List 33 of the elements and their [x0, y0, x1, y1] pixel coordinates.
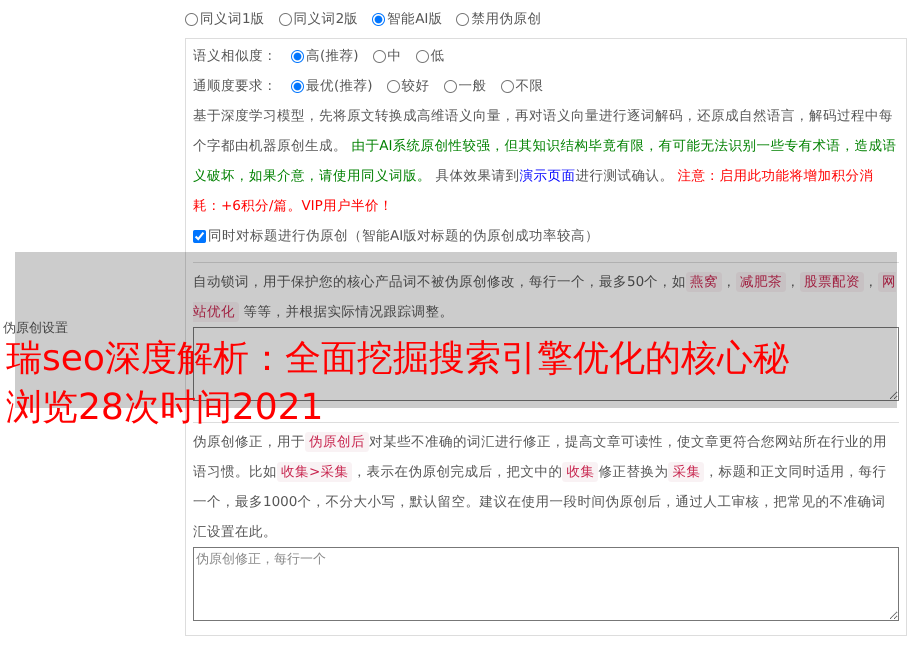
- field-label: 通顺度要求：: [193, 77, 277, 95]
- radio-button[interactable]: [456, 12, 470, 26]
- radio-label: 低: [430, 47, 445, 65]
- radio-label: 禁用伪原创: [471, 10, 542, 28]
- radio-button[interactable]: [372, 50, 386, 62]
- radio-label: 高(推荐): [306, 47, 359, 65]
- radio-button[interactable]: [291, 80, 304, 92]
- overlay-title: 瑞seo深度解析：全面挖掘搜索引擎优化的核心秘: [6, 339, 789, 379]
- field-label: 伪原创设置: [3, 322, 68, 336]
- description-text: 基于深度学习模型，先将原文转换成高维语义向量，再对语义向量进行逐词解码，还原成自然语言，解码过程中每个字都由机器原创生成。 由于AI系统原创性较强，但其知识结构毕竟有限，有可能无法识别一些专有术语，造成语义破坏，如果介意，请使用同义词版。 具体效果请到演示页面进行测试确认。 注意：启用此功能将增加积分消耗：+6积分/篇。VIP用户半价！: [193, 107, 898, 216]
- demo-page-link[interactable]: 演示页面: [519, 168, 576, 184]
- radio-label: 中: [388, 47, 402, 65]
- auto-lock-text: 自动锁词，用于保护您的核心产品词不被伪原创修改，每行一个，最多50个，如 燕窝 ， 减肥茶 ， 股票配资 ， 网站优化 等等，并根据实际情况跟踪调整。: [193, 271, 898, 324]
- radio-label: 智能AI版: [387, 10, 442, 28]
- radio-label: 较好: [402, 77, 430, 95]
- checkbox-label: 同时对标题进行伪原创（智能AI版对标题的伪原创成功率较高）: [208, 227, 600, 245]
- radio-label: 同义词2版: [294, 10, 358, 28]
- radio-button[interactable]: [291, 50, 304, 62]
- correction-input-field[interactable]: 伪原创修正，每行一个: [193, 547, 899, 621]
- radio-button[interactable]: [185, 12, 198, 26]
- radio-button[interactable]: [444, 80, 457, 92]
- radio-label: 最优(推荐): [306, 77, 373, 95]
- radio-label: 一般: [458, 77, 487, 95]
- radio-button[interactable]: [278, 12, 292, 26]
- field-label: 语义相似度：: [193, 47, 277, 65]
- radio-button[interactable]: [500, 80, 514, 92]
- radio-label: 同义词1版: [200, 10, 265, 28]
- radio-button[interactable]: [372, 12, 386, 26]
- radio-button[interactable]: [386, 80, 400, 92]
- radio-label: 不限: [516, 77, 544, 95]
- checkbox[interactable]: [193, 230, 206, 242]
- radio-button[interactable]: [416, 50, 429, 62]
- correction-text: 伪原创修正，用于 伪原创后 对某些不准确的词汇进行修正，提高文章可读性，使文章更符合您网站所在行业的用语习惯。比如 收集>采集 ，表示在伪原创完成后，把文中的 收集 修正替换为 采集 ，标题和正文同时适用，每行一个，最多1000个，不分大小写，默认留空。建议在使用一段时间伪原创后，通过人工审核，把常见的不准确词汇设置在此。: [193, 431, 888, 542]
